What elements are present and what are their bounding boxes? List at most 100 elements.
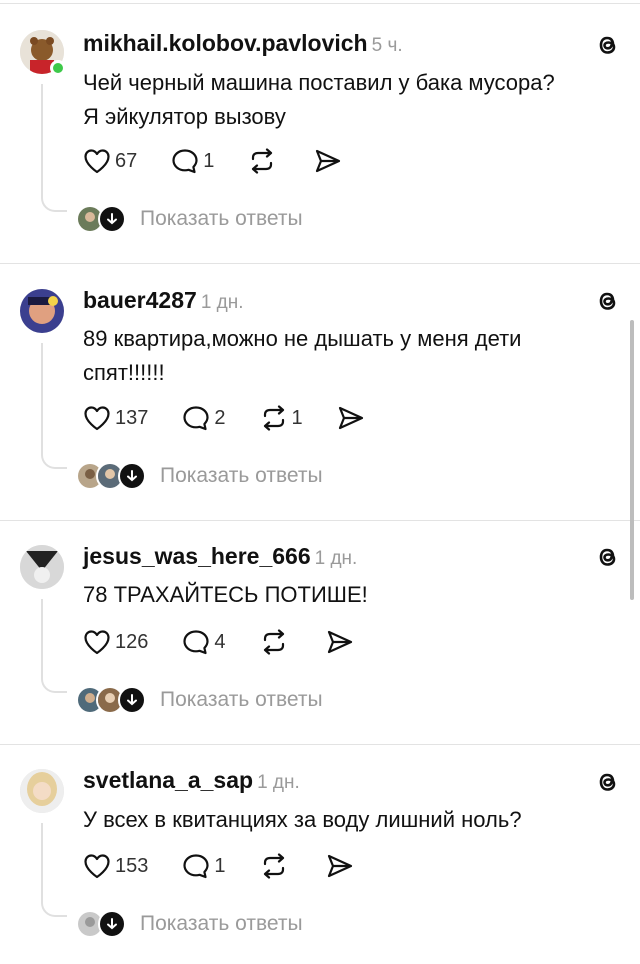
repost-icon	[263, 853, 284, 879]
show-replies-row[interactable]: Показать ответы	[76, 461, 323, 491]
arrow-down-icon	[118, 686, 146, 714]
repost-button[interactable]	[260, 629, 292, 655]
show-replies-row[interactable]: Показать ответы	[76, 685, 323, 715]
like-count: 126	[115, 630, 149, 653]
like-button[interactable]: 153	[83, 853, 148, 879]
username[interactable]: jesus_was_here_666	[83, 543, 311, 569]
reply-count: 1	[203, 149, 215, 172]
action-bar: 137 2 1	[83, 402, 399, 434]
like-count: 137	[115, 406, 149, 429]
reply-button[interactable]: 1	[171, 148, 214, 174]
reply-button[interactable]: 2	[182, 405, 226, 431]
arrow-down-icon	[98, 910, 126, 938]
action-bar: 67 1	[83, 145, 376, 177]
post-divider	[0, 263, 640, 264]
send-icon	[327, 854, 352, 878]
timestamp: 5 ч.	[371, 35, 403, 56]
action-bar: 126 4	[83, 626, 388, 658]
reply-count: 4	[214, 630, 226, 653]
username[interactable]: bauer4287	[83, 287, 197, 313]
action-bar: 153 1	[83, 850, 388, 882]
timestamp: 1 дн.	[314, 548, 358, 569]
like-button[interactable]: 67	[83, 148, 137, 174]
comment-text-line: У всех в квитанциях за воду лишний ноль?	[83, 807, 522, 832]
repost-icon	[252, 148, 273, 174]
post-divider	[0, 744, 640, 745]
reply-count: 2	[214, 406, 226, 429]
speech-bubble-icon	[172, 149, 198, 174]
repost-button[interactable]	[260, 853, 292, 879]
comment-text: 89 квартира,можно не дышать у меня дети …	[83, 322, 613, 390]
heart-icon	[84, 630, 110, 655]
repost-button[interactable]	[248, 148, 280, 174]
reply-button[interactable]: 1	[182, 853, 226, 879]
top-divider	[0, 3, 640, 4]
avatar[interactable]	[20, 769, 64, 813]
show-replies-label[interactable]: Показать ответы	[140, 207, 303, 231]
comment-text-line: 89 квартира,можно не дышать у меня дети	[83, 326, 522, 351]
comment-text-line: спят!!!!!!	[83, 360, 165, 385]
threads-logo-icon[interactable]	[592, 30, 622, 60]
post-divider	[0, 520, 640, 521]
like-button[interactable]: 137	[83, 405, 148, 431]
reply-button[interactable]: 4	[182, 629, 226, 655]
share-button[interactable]	[314, 148, 342, 174]
repost-button[interactable]: 1	[260, 405, 303, 431]
like-button[interactable]: 126	[83, 629, 148, 655]
comment-header: svetlana_a_sap 1 дн.	[83, 766, 300, 797]
thread-line	[41, 343, 43, 455]
thread-curve	[41, 453, 67, 469]
show-replies-label[interactable]: Показать ответы	[160, 464, 323, 488]
threads-logo-icon[interactable]	[592, 286, 622, 316]
arrow-down-icon	[98, 205, 126, 233]
comment-header: mikhail.kolobov.pavlovich 5 ч.	[83, 29, 403, 60]
avatar[interactable]	[20, 545, 64, 589]
show-replies-row[interactable]: Показать ответы	[76, 909, 303, 939]
scrollbar[interactable]	[630, 320, 634, 600]
comment-header: jesus_was_here_666 1 дн.	[83, 542, 357, 573]
like-count: 153	[115, 854, 149, 877]
timestamp: 1 дн.	[257, 772, 300, 793]
show-replies-label[interactable]: Показать ответы	[160, 688, 323, 712]
username[interactable]: mikhail.kolobov.pavlovich	[83, 30, 368, 56]
comment-text: У всех в квитанциях за воду лишний ноль?	[83, 803, 613, 837]
arrow-down-icon	[118, 462, 146, 490]
avatar[interactable]	[20, 289, 64, 333]
comment-text: 78 ТРАХАЙТЕСЬ ПОТИШЕ!	[83, 578, 613, 612]
speech-bubble-icon	[183, 406, 209, 431]
repost-icon	[263, 629, 284, 655]
reply-count: 1	[214, 854, 226, 877]
speech-bubble-icon	[183, 854, 209, 879]
share-button[interactable]	[326, 629, 354, 655]
thread-line	[41, 823, 43, 903]
heart-icon	[84, 149, 110, 174]
like-count: 67	[115, 149, 138, 172]
thread-line	[41, 84, 43, 198]
show-replies-row[interactable]: Показать ответы	[76, 204, 303, 234]
username[interactable]: svetlana_a_sap	[83, 767, 253, 793]
heart-icon	[84, 406, 110, 431]
send-icon	[327, 630, 352, 654]
send-icon	[316, 149, 341, 173]
thread-curve	[41, 677, 67, 693]
speech-bubble-icon	[183, 630, 209, 655]
comment-header: bauer4287 1 дн.	[83, 286, 244, 317]
share-button[interactable]	[337, 405, 365, 431]
send-icon	[338, 406, 363, 430]
thread-line	[41, 599, 43, 679]
threads-logo-icon[interactable]	[592, 767, 622, 797]
share-button[interactable]	[326, 853, 354, 879]
comment-text: Чей черный машина поставил у бака мусора…	[83, 66, 613, 134]
threads-logo-icon[interactable]	[592, 542, 622, 572]
thread-curve	[41, 901, 67, 917]
comment-text-line: 78 ТРАХАЙТЕСЬ ПОТИШЕ!	[83, 582, 368, 607]
heart-icon	[84, 854, 110, 879]
timestamp: 1 дн.	[200, 292, 244, 313]
online-indicator	[50, 60, 66, 76]
comment-text-line: Чей черный машина поставил у бака мусора…	[83, 70, 555, 95]
repost-icon	[263, 405, 284, 431]
thread-curve	[41, 196, 67, 212]
repost-count: 1	[291, 406, 303, 429]
show-replies-label[interactable]: Показать ответы	[140, 912, 303, 936]
comment-text-line: Я эйкулятор вызову	[83, 104, 286, 129]
